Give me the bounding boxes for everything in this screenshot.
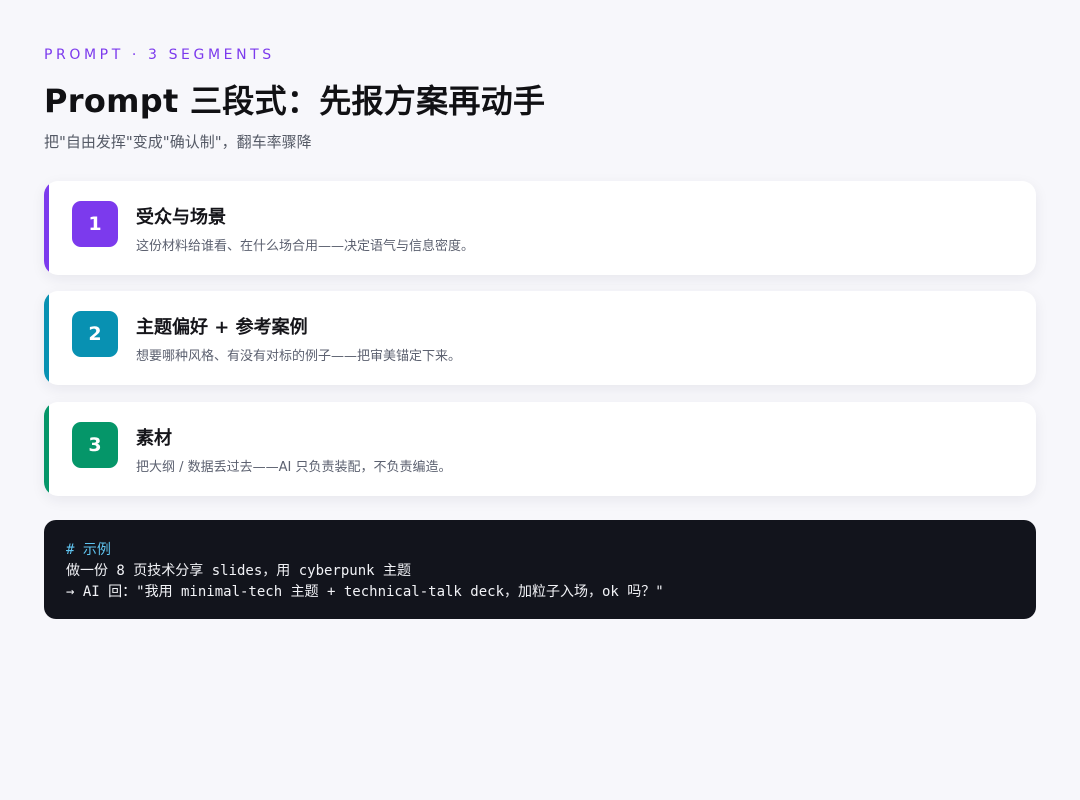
segment-title: 素材: [136, 428, 172, 449]
segment-number-badge: 3: [72, 422, 118, 468]
segment-card-2: 2 主题偏好 + 参考案例 想要哪种风格、有没有对标的例子——把审美锚定下来。: [44, 291, 1036, 385]
card-accent-bar: [44, 291, 49, 385]
card-accent-bar: [44, 181, 49, 275]
example-code-block: # 示例 做一份 8 页技术分享 slides，用 cyberpunk 主题 →…: [44, 520, 1036, 619]
code-comment: # 示例: [66, 542, 111, 558]
segment-description: 想要哪种风格、有没有对标的例子——把审美锚定下来。: [136, 349, 462, 364]
segment-card-3: 3 素材 把大纲 / 数据丢过去——AI 只负责装配，不负责编造。: [44, 402, 1036, 496]
segment-description: 把大纲 / 数据丢过去——AI 只负责装配，不负责编造。: [136, 460, 452, 475]
segment-number-badge: 1: [72, 201, 118, 247]
code-line-response: → AI 回："我用 minimal-tech 主题 + technical-t…: [66, 584, 664, 600]
page-subtitle: 把"自由发挥"变成"确认制"，翻车率骤降: [44, 133, 312, 151]
segment-description: 这份材料给谁看、在什么场合用——决定语气与信息密度。: [136, 239, 475, 254]
segment-card-1: 1 受众与场景 这份材料给谁看、在什么场合用——决定语气与信息密度。: [44, 181, 1036, 275]
code-line-prompt: 做一份 8 页技术分享 slides，用 cyberpunk 主题: [66, 563, 412, 579]
card-accent-bar: [44, 402, 49, 496]
segment-title: 主题偏好 + 参考案例: [136, 317, 308, 338]
eyebrow-label: PROMPT · 3 SEGMENTS: [44, 47, 275, 63]
segment-number-badge: 2: [72, 311, 118, 357]
page-title: Prompt 三段式：先报方案再动手: [44, 82, 546, 120]
segment-title: 受众与场景: [136, 207, 226, 228]
